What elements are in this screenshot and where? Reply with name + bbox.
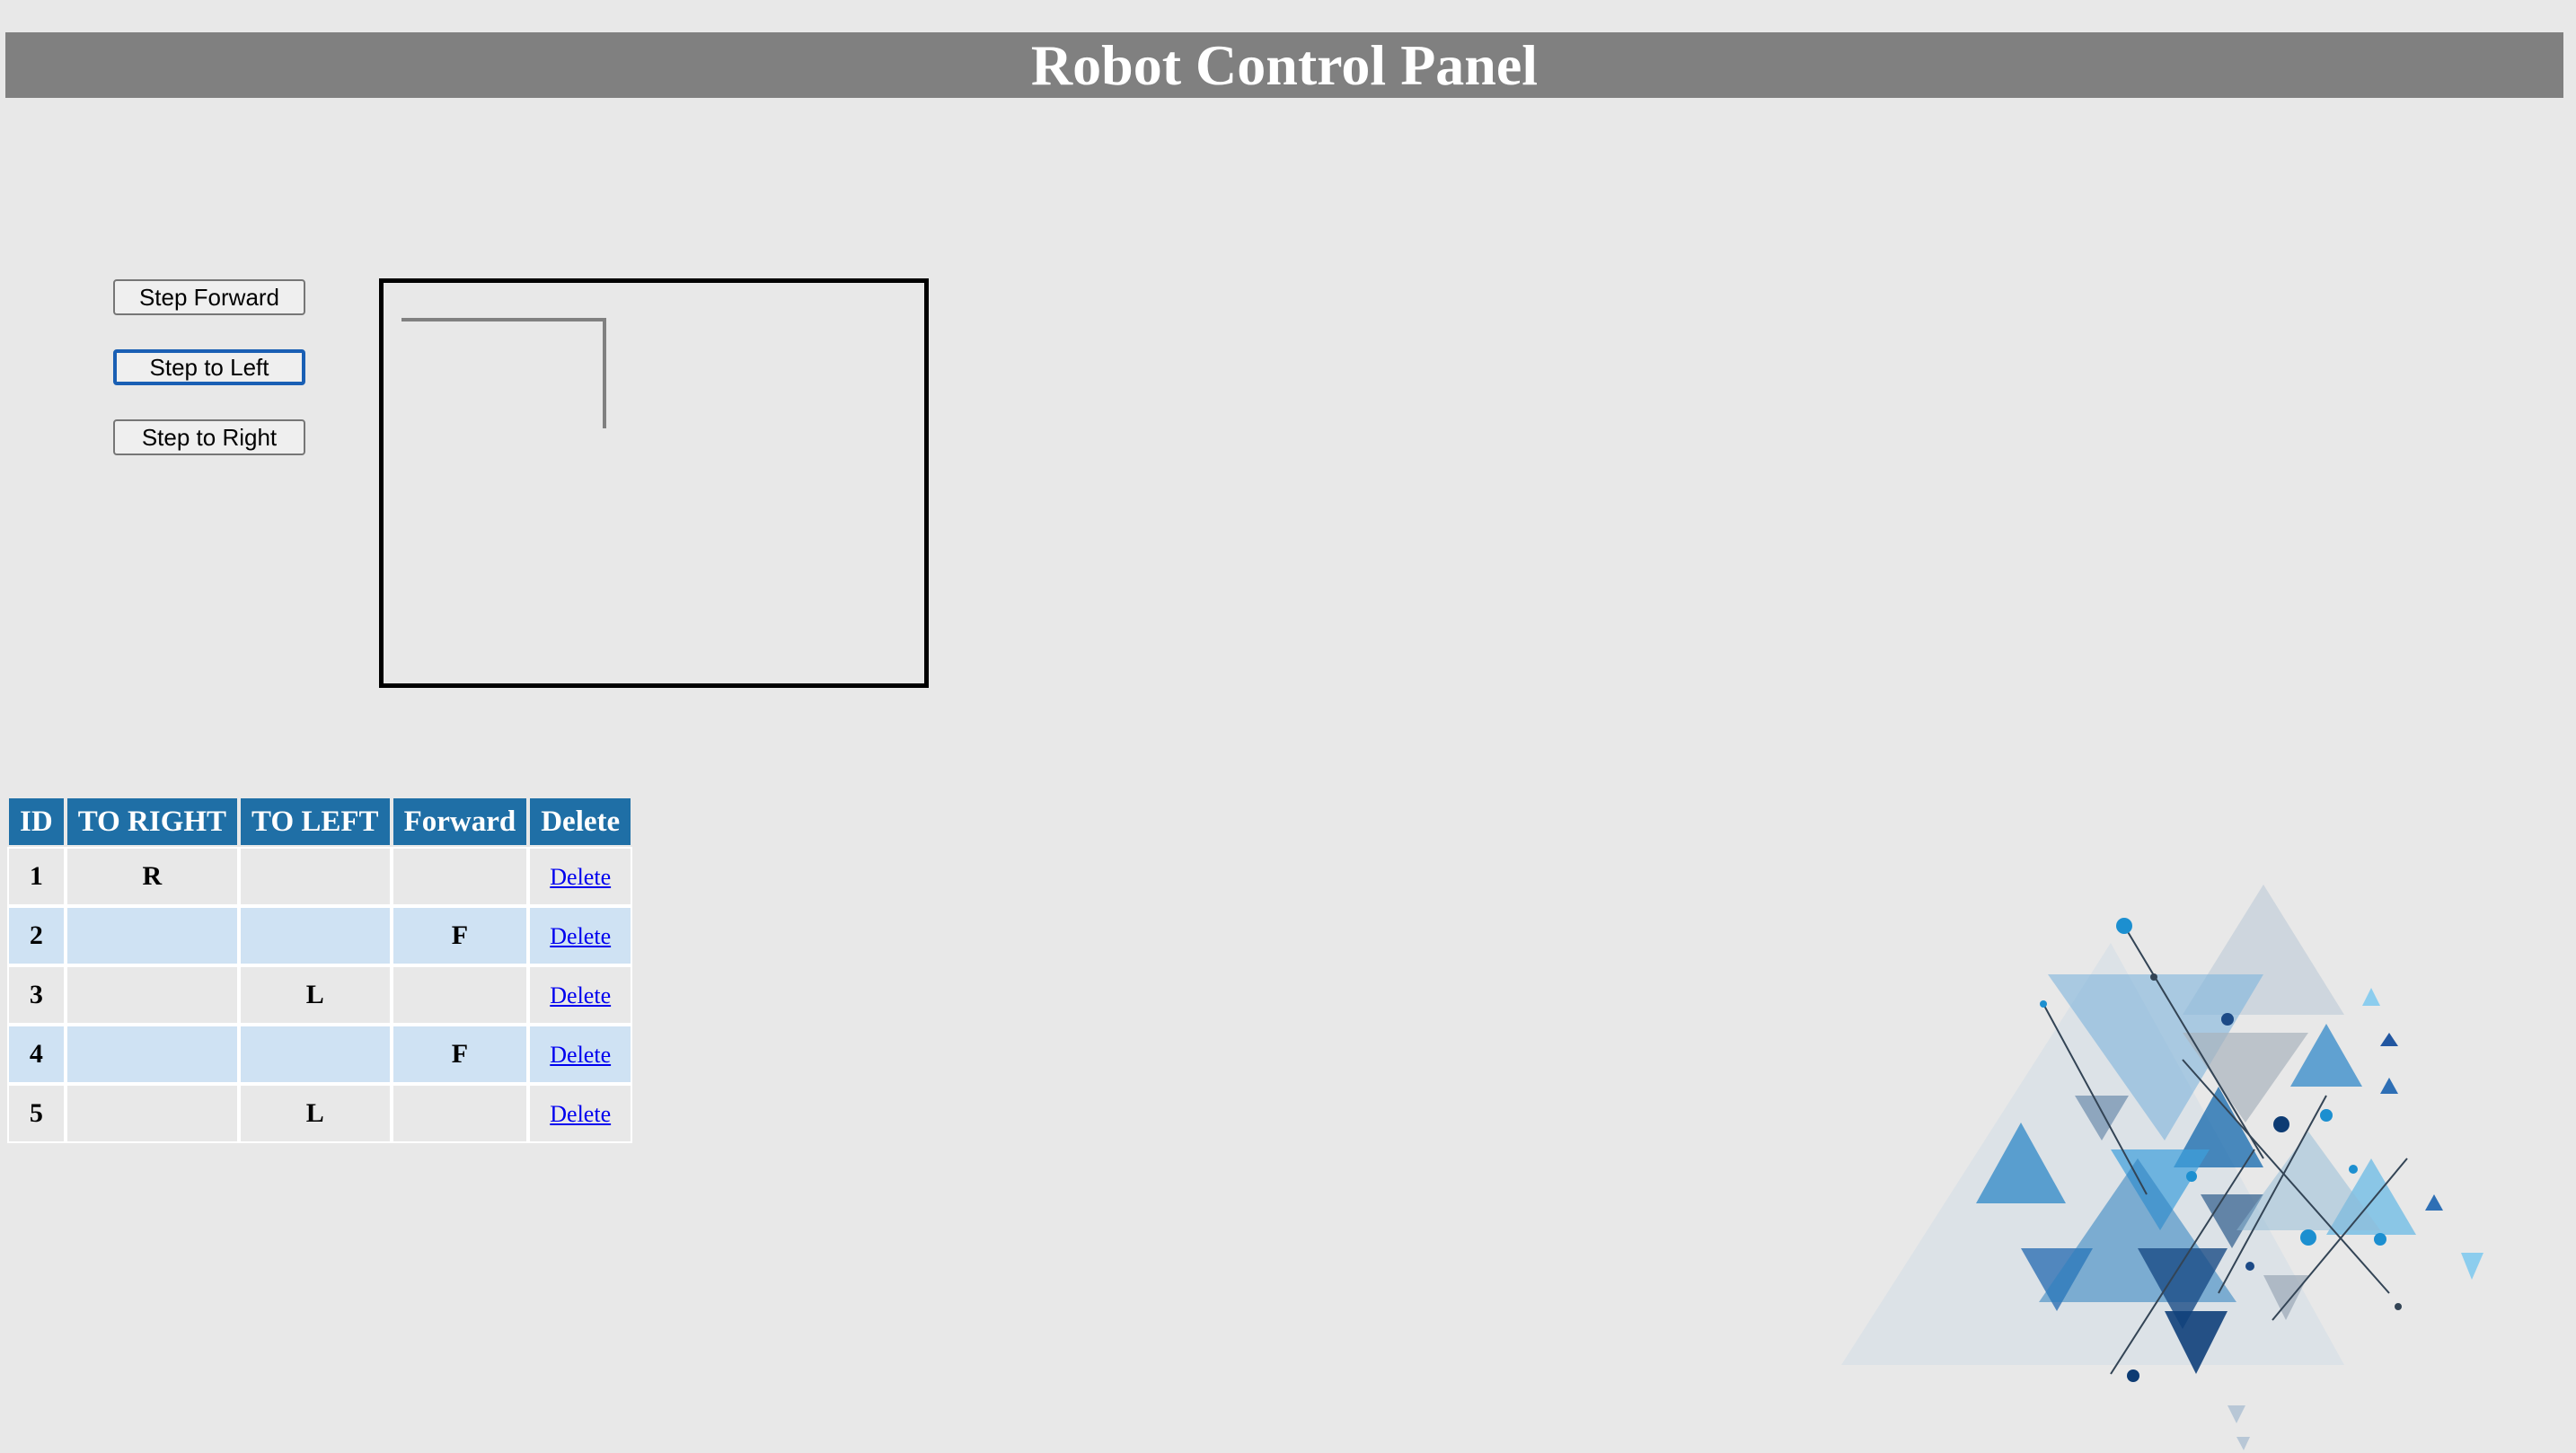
cell-id: 4: [7, 1025, 66, 1084]
cell-id: 1: [7, 847, 66, 906]
cell-delete: Delete: [528, 965, 633, 1025]
cell-delete: Delete: [528, 906, 633, 965]
robot-path-line: [401, 318, 606, 428]
cell-forward: F: [391, 1025, 529, 1084]
delete-link[interactable]: Delete: [550, 864, 611, 890]
delete-link[interactable]: Delete: [550, 1042, 611, 1068]
step-forward-button[interactable]: Step Forward: [113, 279, 305, 315]
cell-id: 2: [7, 906, 66, 965]
cell-delete: Delete: [528, 1084, 633, 1143]
step-right-button[interactable]: Step to Right: [113, 419, 305, 455]
cell-forward: [391, 847, 529, 906]
cell-to-right: [65, 906, 240, 965]
delete-link[interactable]: Delete: [550, 982, 611, 1008]
delete-link[interactable]: Delete: [550, 1101, 611, 1127]
column-header-delete: Delete: [530, 798, 631, 845]
table-row: 4 F Delete: [7, 1025, 633, 1084]
cell-forward: [391, 1084, 529, 1143]
cell-delete: Delete: [528, 847, 633, 906]
table-row: 1 R Delete: [7, 847, 633, 906]
cell-to-left: [239, 906, 392, 965]
cell-to-right: R: [65, 847, 240, 906]
column-header-id: ID: [9, 798, 64, 845]
page-header: Robot Control Panel: [5, 32, 2563, 98]
cell-id: 3: [7, 965, 66, 1025]
cell-to-left: [239, 847, 392, 906]
column-header-forward: Forward: [393, 798, 527, 845]
cell-forward: [391, 965, 529, 1025]
cell-to-left: L: [239, 1084, 392, 1143]
cell-delete: Delete: [528, 1025, 633, 1084]
column-header-to-left: TO LEFT: [241, 798, 390, 845]
cell-forward: F: [391, 906, 529, 965]
table-row: 3 L Delete: [7, 965, 633, 1025]
cell-to-left: [239, 1025, 392, 1084]
table-row: 5 L Delete: [7, 1084, 633, 1143]
decorative-triangles-graphic: [1841, 885, 2483, 1450]
table-row: 2 F Delete: [7, 906, 633, 965]
cell-id: 5: [7, 1084, 66, 1143]
step-left-button[interactable]: Step to Left: [113, 349, 305, 385]
commands-table: ID TO RIGHT TO LEFT Forward Delete 1 R D…: [5, 795, 634, 1145]
cell-to-right: [65, 965, 240, 1025]
cell-to-right: [65, 1025, 240, 1084]
page-title: Robot Control Panel: [1030, 32, 1539, 97]
robot-path-canvas: [379, 278, 929, 688]
delete-link[interactable]: Delete: [550, 923, 611, 949]
column-header-to-right: TO RIGHT: [66, 798, 238, 845]
cell-to-right: [65, 1084, 240, 1143]
table-header-row: ID TO RIGHT TO LEFT Forward Delete: [9, 798, 631, 845]
cell-to-left: L: [239, 965, 392, 1025]
robot-path-drawing: [401, 318, 606, 428]
